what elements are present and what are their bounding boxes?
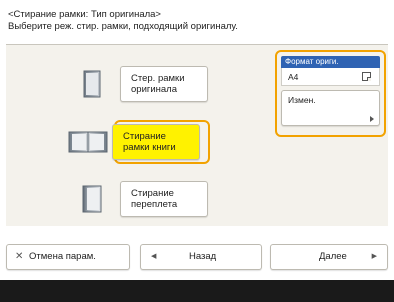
screen-title: <Стирание рамки: Тип оригинала> (8, 9, 161, 20)
option-label: рамки книги (123, 142, 176, 153)
paper-size-icon (362, 72, 371, 81)
option-row-book: Стирание рамки книги (68, 124, 200, 160)
option-label: Стирание (131, 188, 174, 199)
screen-header: <Стирание рамки: Тип оригинала> Выберите… (8, 9, 388, 33)
option-label: Стирание (123, 131, 166, 142)
arrow-right-icon (370, 116, 374, 122)
option-label: Стер. рамки (131, 73, 185, 84)
back-label: Назад (189, 251, 217, 262)
original-frame-erase-button[interactable]: Стер. рамки оригинала (120, 66, 208, 102)
format-value-text: A4 (288, 72, 299, 82)
change-format-label: Измен. (288, 95, 316, 105)
original-page-icon (76, 68, 108, 100)
book-icon (68, 126, 108, 158)
footer-bar: ✕ Отмена парам. ◀ Назад Далее ▶ (6, 244, 388, 270)
option-row-binding: Стирание переплета (76, 181, 208, 217)
option-label: оригинала (131, 84, 178, 95)
cancel-settings-label: Отмена парам. (29, 251, 96, 262)
cancel-settings-button[interactable]: ✕ Отмена парам. (6, 244, 130, 270)
next-label: Далее (319, 251, 347, 262)
option-row-original: Стер. рамки оригинала (76, 66, 208, 102)
back-button[interactable]: ◀ Назад (140, 244, 262, 270)
binding-icon (76, 183, 108, 215)
option-label: переплета (131, 199, 178, 210)
status-bar (0, 280, 394, 302)
close-icon: ✕ (15, 251, 24, 262)
original-format-panel: Формат ориги. A4 Измен. (275, 50, 386, 137)
book-frame-erase-button[interactable]: Стирание рамки книги (112, 124, 200, 160)
arrow-right-icon: ▶ (371, 253, 377, 260)
next-button[interactable]: Далее ▶ (270, 244, 388, 270)
format-value: A4 (281, 68, 380, 86)
change-format-button[interactable]: Измен. (281, 90, 380, 126)
screen-instruction: Выберите реж. стир. рамки, подходящий ор… (8, 21, 238, 32)
arrow-left-icon: ◀ (151, 253, 157, 260)
binding-erase-button[interactable]: Стирание переплета (120, 181, 208, 217)
format-panel-title: Формат ориги. (281, 56, 380, 68)
